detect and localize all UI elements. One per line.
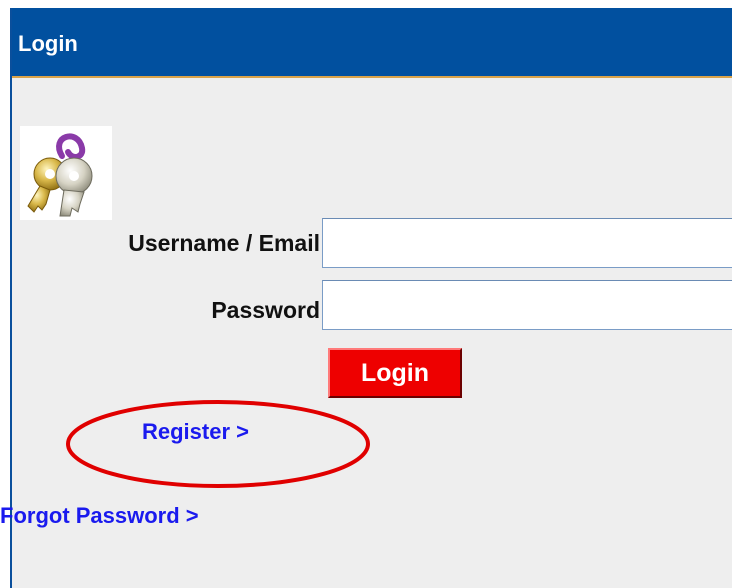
password-label: Password [211, 297, 320, 323]
password-field[interactable] [322, 280, 732, 330]
title-bar: Login [12, 8, 732, 78]
forgot-password-link[interactable]: Forgot Password > [0, 504, 199, 528]
username-field[interactable] [322, 218, 732, 268]
username-label: Username / Email [128, 230, 320, 256]
register-link[interactable]: Register > [142, 420, 249, 444]
keys-icon [20, 126, 112, 220]
login-button[interactable]: Login [328, 348, 462, 398]
panel-title: Login [18, 31, 78, 56]
